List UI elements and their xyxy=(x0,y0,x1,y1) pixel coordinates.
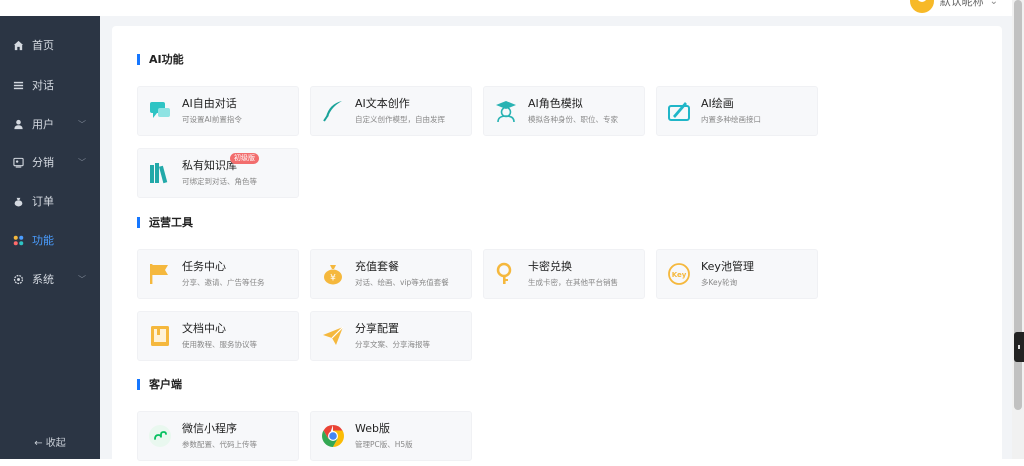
top-bar: 默认昵称 ⌄ xyxy=(100,0,1012,17)
collapse-button[interactable]: ← 收起 xyxy=(0,434,100,449)
svg-text:Key: Key xyxy=(672,271,687,279)
features-panel: AI功能 AI自由对话 可设置AI前置指令 AI文本创作 自定义创作模型，自由发… xyxy=(112,26,1002,466)
card-subtitle: 管理PC版、H5版 xyxy=(355,440,413,449)
card-subtitle: 可绑定到对话、角色等 xyxy=(182,177,257,186)
sidebar-item-label: 用户 xyxy=(32,118,54,131)
user-icon xyxy=(12,118,24,130)
card-subtitle: 生成卡密，在其他平台销售 xyxy=(528,278,618,287)
sidebar-item-features[interactable]: 功能 xyxy=(0,225,100,255)
card-card-redeem[interactable]: 卡密兑换 生成卡密，在其他平台销售 xyxy=(483,249,645,299)
version-badge: 初级版 xyxy=(230,153,259,164)
card-ai-role[interactable]: AI角色模拟 模拟各种身份、职位、专家 xyxy=(483,86,645,136)
card-title: AI文本创作 xyxy=(355,97,410,110)
list-icon xyxy=(12,79,24,91)
sidebar: 首页 对话 用户 ﹀ 分销 ﹀ 订单 功能 系统 ﹀ ← 收起 xyxy=(0,16,100,459)
user-menu[interactable]: 默认昵称 ⌄ xyxy=(909,0,998,13)
card-subtitle: 可设置AI前置指令 xyxy=(182,115,242,124)
card-title: 卡密兑换 xyxy=(528,260,572,273)
card-title: 充值套餐 xyxy=(355,260,399,273)
sidebar-item-distribution[interactable]: 分销 ﹀ xyxy=(0,147,100,177)
card-title: 微信小程序 xyxy=(182,422,237,435)
card-ai-chat[interactable]: AI自由对话 可设置AI前置指令 xyxy=(137,86,299,136)
card-doc-center[interactable]: 文档中心 使用教程、服务协议等 xyxy=(137,311,299,361)
card-subtitle: 多Key轮询 xyxy=(701,278,738,287)
key-icon xyxy=(494,262,518,286)
card-share-config[interactable]: 分享配置 分享文案、分享海报等 xyxy=(310,311,472,361)
svg-text:¥: ¥ xyxy=(330,274,336,284)
chevron-down-icon: ﹀ xyxy=(78,274,86,284)
paint-icon xyxy=(667,99,691,123)
sidebar-item-label: 首页 xyxy=(32,39,54,52)
sidebar-item-home[interactable]: 首页 xyxy=(0,30,100,60)
chevron-down-icon: ﹀ xyxy=(78,119,86,129)
card-ai-painting[interactable]: AI绘画 内置多种绘画接口 xyxy=(656,86,818,136)
sidebar-item-label: 订单 xyxy=(32,195,54,208)
card-subtitle: 模拟各种身份、职位、专家 xyxy=(528,115,618,124)
card-knowledge-base[interactable]: 私有知识库 初级版 可绑定到对话、角色等 xyxy=(137,148,299,198)
card-title: AI绘画 xyxy=(701,97,734,110)
card-subtitle: 使用教程、服务协议等 xyxy=(182,340,257,349)
card-title: 分享配置 xyxy=(355,322,399,335)
gear-icon xyxy=(12,273,24,285)
document-icon xyxy=(148,324,172,348)
chevron-down-icon: ﹀ xyxy=(78,157,86,167)
moneybag-icon: ¥ xyxy=(321,262,345,286)
books-icon xyxy=(148,161,172,185)
card-task-center[interactable]: 任务中心 分享、邀请、广告等任务 xyxy=(137,249,299,299)
mini-program-icon xyxy=(148,424,172,448)
card-subtitle: 对话、绘画、vip等充值套餐 xyxy=(355,278,449,287)
key-badge-icon: Key xyxy=(667,262,691,286)
card-title: AI自由对话 xyxy=(182,97,237,110)
avatar xyxy=(909,0,934,13)
apps-icon xyxy=(12,234,24,246)
card-wechat-miniprogram[interactable]: 微信小程序 参数配置、代码上传等 xyxy=(137,411,299,461)
card-title: 私有知识库 xyxy=(182,159,237,172)
section-title-clients: 客户端 xyxy=(137,379,182,390)
card-subtitle: 自定义创作模型，自由发挥 xyxy=(355,115,445,124)
page-scrollbar[interactable] xyxy=(1012,0,1024,459)
chrome-icon xyxy=(321,424,345,448)
card-web-version[interactable]: Web版 管理PC版、H5版 xyxy=(310,411,472,461)
sidebar-item-label: 系统 xyxy=(32,273,54,286)
flag-icon xyxy=(148,262,172,286)
section-title-ai: AI功能 xyxy=(137,54,184,65)
card-title: AI角色模拟 xyxy=(528,97,583,110)
card-subtitle: 分享文案、分享海报等 xyxy=(355,340,430,349)
bag-icon xyxy=(12,195,24,207)
share-icon xyxy=(12,156,24,168)
main-area: AI功能 AI自由对话 可设置AI前置指令 AI文本创作 自定义创作模型，自由发… xyxy=(100,16,1012,466)
sidebar-item-label: 对话 xyxy=(32,79,54,92)
sidebar-item-system[interactable]: 系统 ﹀ xyxy=(0,264,100,294)
card-ai-writing[interactable]: AI文本创作 自定义创作模型，自由发挥 xyxy=(310,86,472,136)
chat-icon xyxy=(148,99,172,123)
card-recharge-plans[interactable]: ¥ 充值套餐 对话、绘画、vip等充值套餐 xyxy=(310,249,472,299)
chevron-down-icon: ⌄ xyxy=(989,0,998,7)
card-title: 任务中心 xyxy=(182,260,226,273)
card-title: Key池管理 xyxy=(701,260,754,273)
home-icon xyxy=(12,39,24,51)
card-title: 文档中心 xyxy=(182,322,226,335)
sidebar-item-label: 分销 xyxy=(32,156,54,169)
user-name: 默认昵称 xyxy=(939,0,984,8)
card-subtitle: 分享、邀请、广告等任务 xyxy=(182,278,265,287)
paper-plane-icon xyxy=(321,324,345,348)
card-key-pool[interactable]: Key Key池管理 多Key轮询 xyxy=(656,249,818,299)
sidebar-item-label: 功能 xyxy=(32,234,54,247)
sidebar-item-orders[interactable]: 订单 xyxy=(0,186,100,216)
feather-icon xyxy=(321,99,345,123)
graduate-icon xyxy=(494,99,518,123)
side-panel-handle[interactable] xyxy=(1014,332,1024,362)
card-subtitle: 参数配置、代码上传等 xyxy=(182,440,257,449)
card-subtitle: 内置多种绘画接口 xyxy=(701,115,761,124)
card-title: Web版 xyxy=(355,422,390,435)
section-title-operations: 运营工具 xyxy=(137,217,193,228)
sidebar-item-user[interactable]: 用户 ﹀ xyxy=(0,109,100,139)
sidebar-item-dialog[interactable]: 对话 xyxy=(0,70,100,100)
